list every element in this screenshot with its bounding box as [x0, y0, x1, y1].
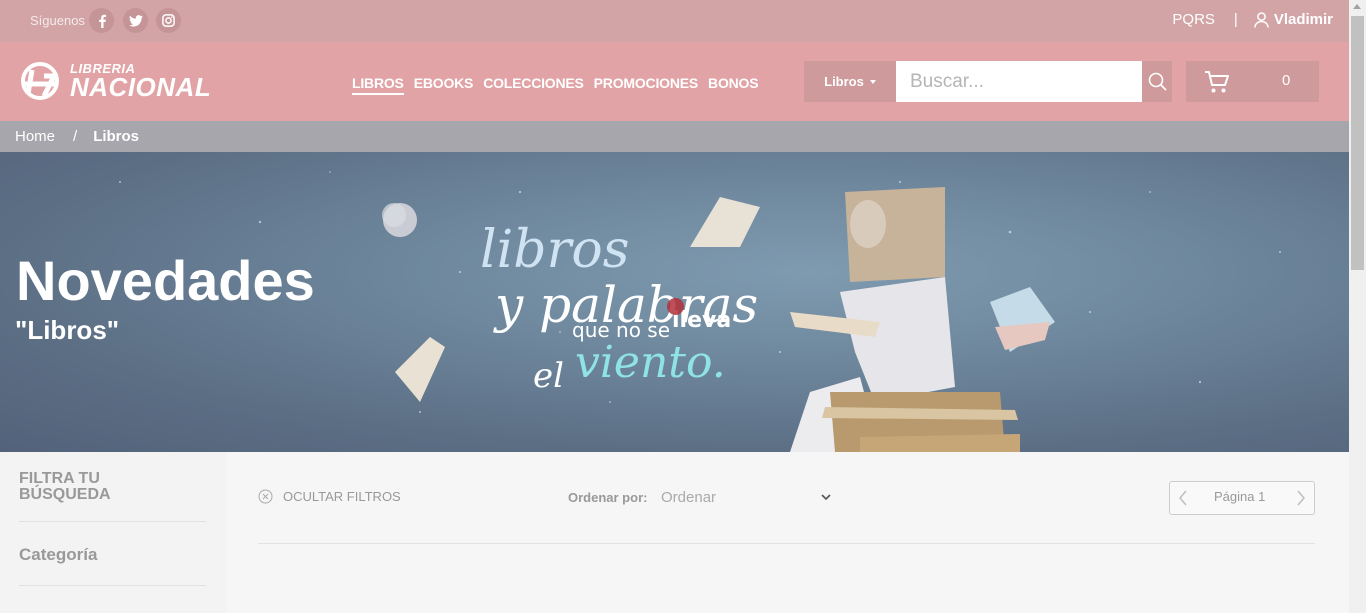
- logo[interactable]: LIBRERIA NACIONAL: [14, 62, 211, 100]
- user-icon: [1254, 11, 1269, 28]
- nav-ebooks[interactable]: EBOOKS: [414, 75, 474, 95]
- filter-category[interactable]: Categoría: [19, 545, 97, 565]
- page-indicator: Página 1: [1214, 489, 1266, 504]
- filter-sidebar: FILTRA TU BÚSQUEDA Categoría: [0, 452, 227, 613]
- search-category-label: Libros: [824, 74, 864, 89]
- chevron-right-icon[interactable]: [1296, 490, 1306, 506]
- nav-bonos[interactable]: BONOS: [708, 75, 759, 95]
- order-label: Ordenar por:: [568, 490, 648, 505]
- breadcrumb-current: Libros: [93, 128, 140, 145]
- cart-count: 0: [1282, 72, 1291, 89]
- pqrs-link[interactable]: PQRS: [1172, 11, 1215, 28]
- pagination: Página 1: [1169, 481, 1315, 515]
- divider: [19, 585, 206, 586]
- close-circle-icon: [258, 489, 273, 504]
- facebook-icon[interactable]: [89, 8, 114, 33]
- nav-promociones[interactable]: PROMOCIONES: [594, 75, 699, 95]
- svg-text:viento.: viento.: [575, 337, 726, 388]
- results-area: OCULTAR FILTROS Ordenar por: Ordenar Pág…: [227, 452, 1349, 613]
- search-button[interactable]: [1142, 61, 1172, 102]
- hero-title: Novedades: [16, 249, 315, 312]
- hide-filters-button[interactable]: OCULTAR FILTROS: [258, 489, 401, 504]
- cursor-marker: [667, 298, 684, 315]
- logo-mark-icon: [21, 62, 59, 100]
- main-nav: LIBROS EBOOKS COLECCIONES PROMOCIONES BO…: [352, 75, 759, 95]
- svg-text:el: el: [533, 356, 564, 396]
- order-value: Ordenar: [661, 489, 717, 506]
- hide-filters-label: OCULTAR FILTROS: [283, 489, 401, 504]
- svg-text:libros: libros: [480, 220, 629, 280]
- breadcrumb-home[interactable]: Home: [15, 128, 55, 145]
- main-header: LIBRERIA NACIONAL LIBROS EBOOKS COLECCIO…: [0, 42, 1349, 121]
- search-icon: [1148, 72, 1167, 91]
- chevron-down-icon: [821, 494, 831, 501]
- search-category-dropdown[interactable]: Libros: [804, 61, 896, 102]
- order-select[interactable]: Ordenar: [661, 489, 831, 506]
- user-menu[interactable]: Vladimir: [1254, 11, 1333, 28]
- follow-label: Síguenos: [30, 13, 85, 28]
- cart-icon: [1205, 71, 1229, 93]
- nav-libros[interactable]: LIBROS: [352, 75, 404, 95]
- logo-line-2: NACIONAL: [70, 72, 212, 102]
- divider: [19, 521, 206, 522]
- hero-subtitle: "Libros": [15, 315, 120, 345]
- filter-title: FILTRA TU BÚSQUEDA: [19, 470, 111, 503]
- user-name: Vladimir: [1273, 11, 1333, 28]
- twitter-icon[interactable]: [123, 8, 148, 33]
- top-bar: Síguenos PQRS | Vladimir: [0, 0, 1349, 42]
- breadcrumb-separator: /: [73, 128, 78, 145]
- page-scrollbar[interactable]: [1349, 0, 1366, 613]
- scroll-up-arrow-icon[interactable]: [1353, 4, 1361, 9]
- separator: |: [1233, 11, 1238, 28]
- chevron-left-icon[interactable]: [1178, 490, 1188, 506]
- instagram-icon[interactable]: [156, 8, 181, 33]
- search-input[interactable]: [896, 61, 1142, 102]
- caret-down-icon: [869, 79, 876, 84]
- divider: [258, 543, 1315, 544]
- breadcrumb: Home / Libros: [0, 121, 1349, 152]
- scroll-thumb[interactable]: [1351, 16, 1364, 270]
- nav-colecciones[interactable]: COLECCIONES: [483, 75, 584, 95]
- cart-button[interactable]: 0: [1186, 61, 1319, 102]
